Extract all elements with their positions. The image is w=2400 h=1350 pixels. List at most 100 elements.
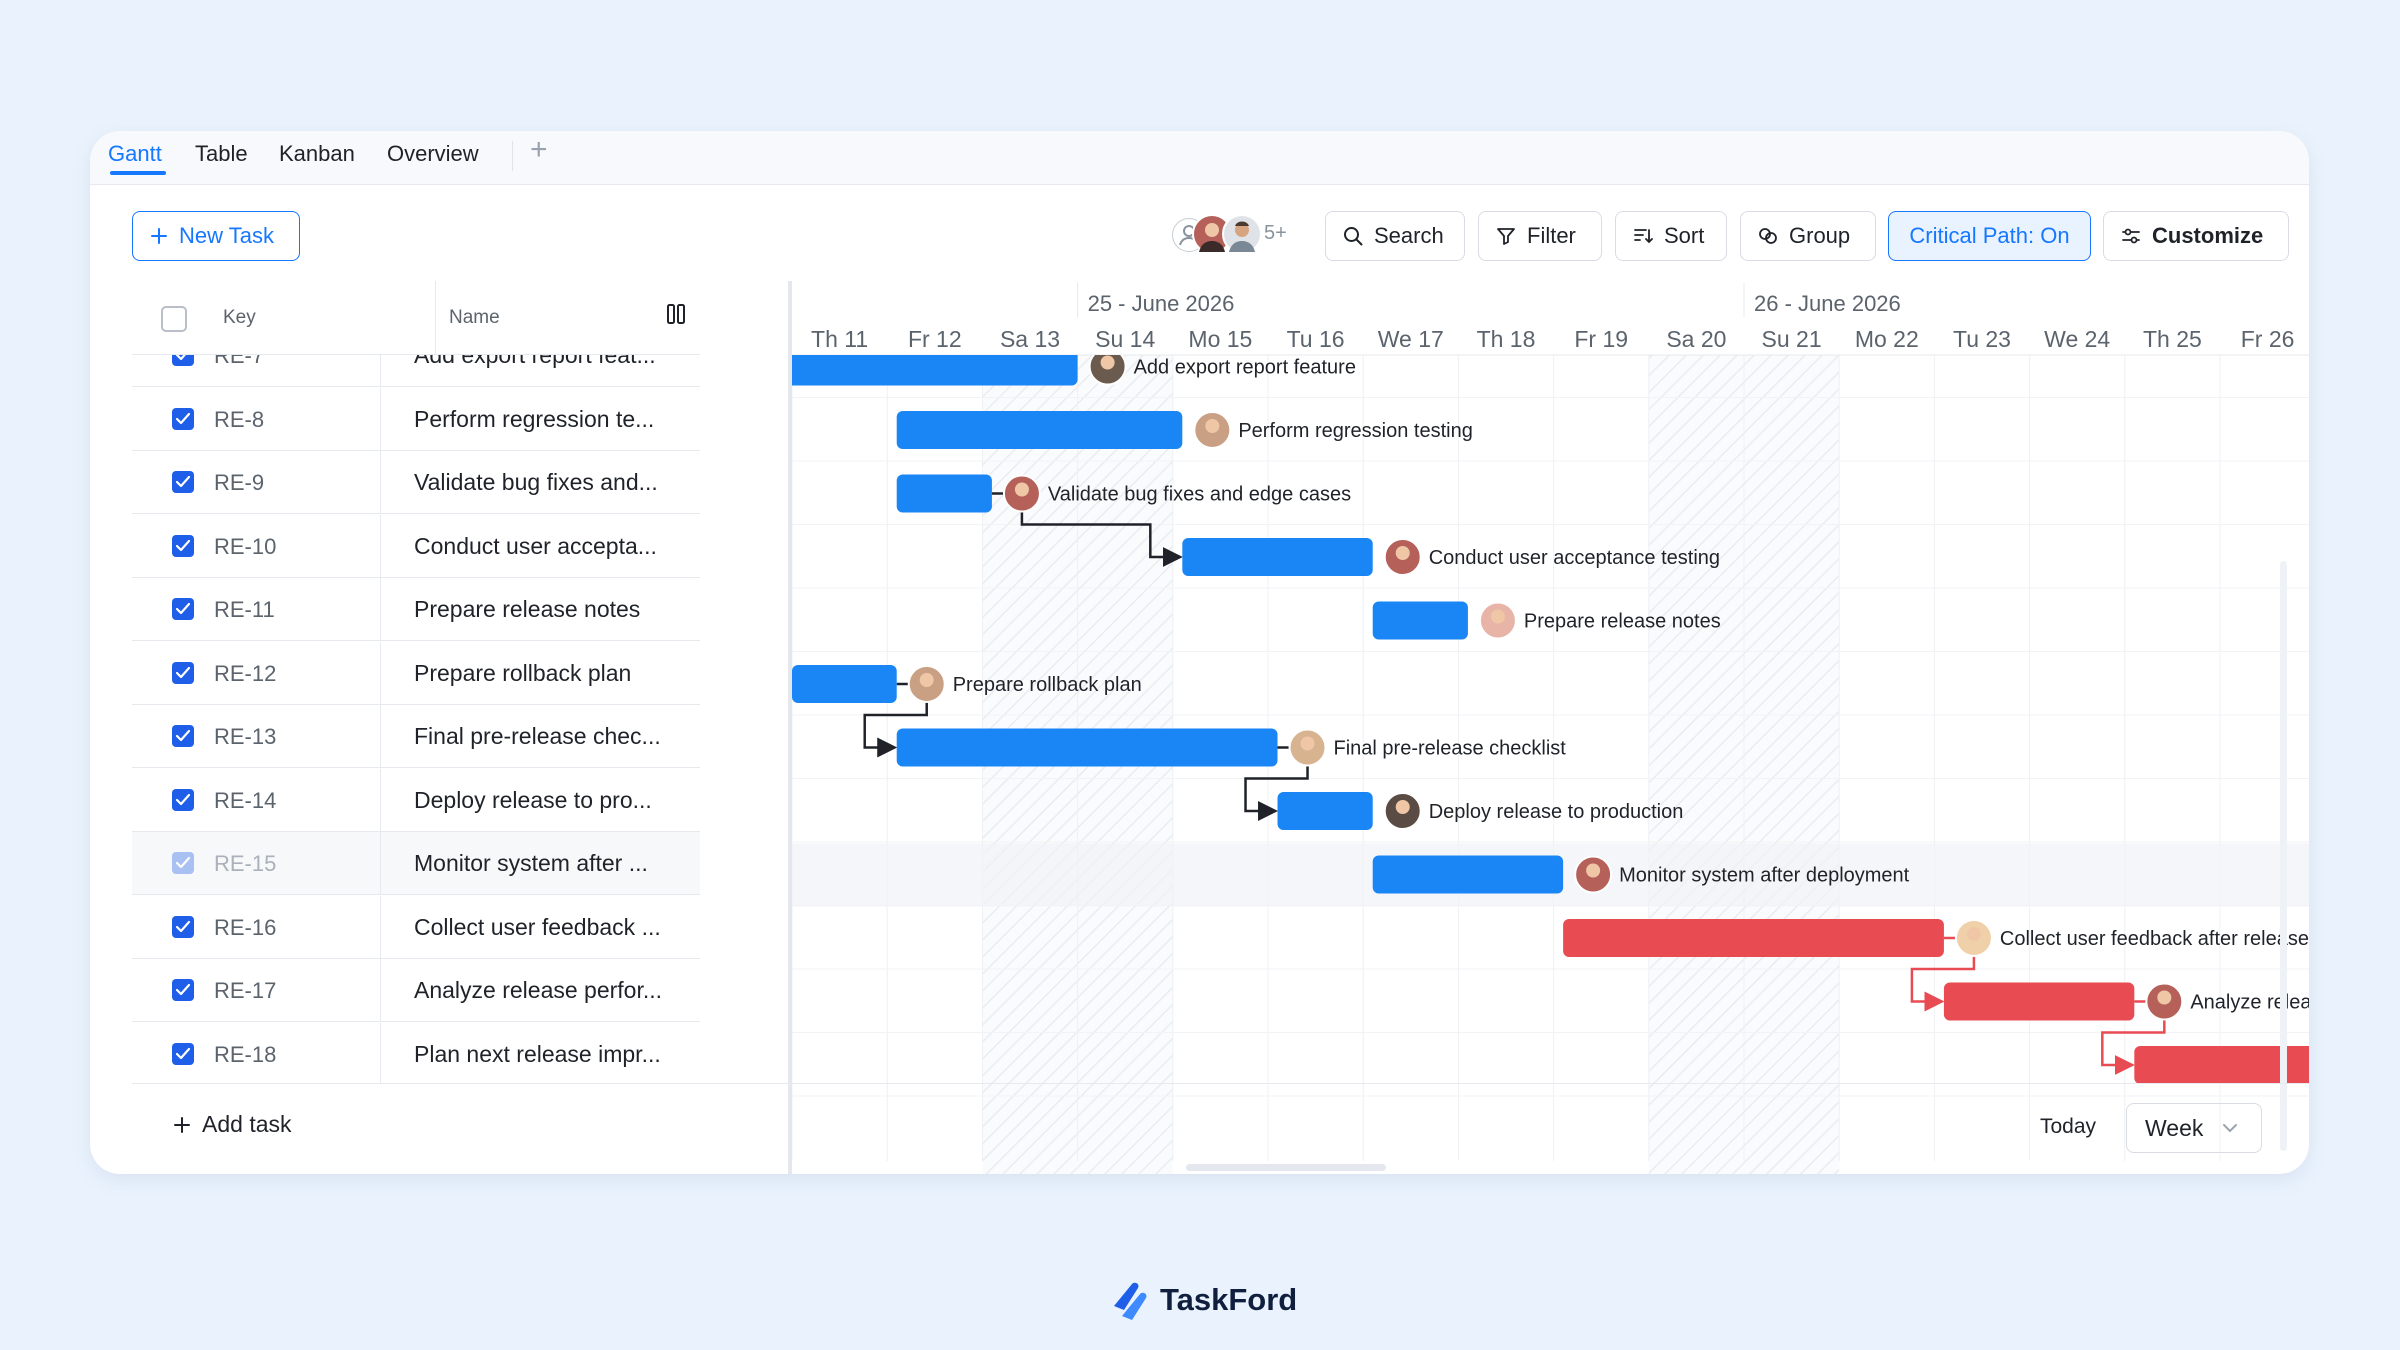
row-name[interactable]: Perform regression te... [414,406,654,433]
cell-divider [380,641,381,705]
avatar-face [1490,609,1505,624]
row-checkbox[interactable] [172,598,194,620]
row-checkbox[interactable] [172,915,194,938]
row-key[interactable]: RE-7 [214,355,264,369]
row-key[interactable]: RE-8 [214,407,264,433]
task-bar-label: Collect user feedback after release [2000,928,2309,950]
table-row[interactable]: RE-13 Final pre-release chec... [132,705,700,768]
gantt-chart: 25 - June 2026 26 - June 2026 Th 11 Fr 12 Sa… [792,283,2309,1174]
columns-icon[interactable] [666,303,686,330]
add-view-icon[interactable]: + [530,135,548,165]
view-scale-value: Week [2145,1114,2204,1141]
row-checkbox[interactable] [172,661,194,684]
table-row[interactable]: RE-10 Conduct user accepta... [132,514,700,578]
task-bar [896,474,992,513]
row-key[interactable]: RE-18 [214,1042,276,1068]
row-checkbox[interactable] [172,852,194,874]
select-all-checkbox[interactable] [161,306,187,332]
gantt-timeline[interactable]: 25 - June 2026 26 - June 2026 Th 11 Fr 12 Sa… [792,281,2309,1174]
vertical-scrollbar[interactable] [2280,561,2287,1151]
add-task-button[interactable]: Add task [172,1111,292,1138]
chevron-down-icon [2223,1124,2238,1133]
member-avatars[interactable]: 5+ [1172,214,1312,258]
row-key[interactable]: RE-9 [214,470,264,496]
table-row[interactable]: RE-16 Collect user feedback ... [132,895,700,959]
row-key[interactable]: RE-13 [214,724,276,750]
view-scale-select[interactable]: Week [2126,1103,2262,1153]
row-name[interactable]: Conduct user accepta... [414,533,657,560]
cell-divider [380,705,381,768]
row-checkbox[interactable] [172,471,194,493]
task-bar [896,728,1278,767]
cell-divider [380,768,381,832]
customize-button[interactable]: Customize [2103,211,2289,261]
day-label: Fr 19 [1574,326,1628,352]
table-row[interactable]: RE-18 Plan next release impr... [132,1022,700,1084]
filter-icon [1497,228,1515,245]
table-row[interactable]: RE-12 Prepare rollback plan [132,641,700,705]
row-name[interactable]: Analyze release perfor... [414,977,662,1004]
avatar-face [1586,863,1601,878]
row-key[interactable]: RE-11 [214,597,275,623]
row-name[interactable]: Plan next release impr... [414,1041,661,1068]
row-key[interactable]: RE-12 [214,661,276,687]
critical-path-label: Critical Path: On [1909,223,2070,248]
tab-divider [512,141,513,171]
row-name[interactable]: Prepare rollback plan [414,660,631,687]
row-checkbox[interactable] [172,725,194,747]
row-checkbox[interactable] [172,407,194,430]
search-button[interactable]: Search [1325,211,1465,261]
row-checkbox[interactable] [172,355,194,366]
row-name[interactable]: Final pre-release chec... [414,723,661,750]
table-row[interactable]: RE-15 Monitor system after ... [132,832,700,895]
column-divider[interactable] [435,281,436,355]
row-key[interactable]: RE-14 [214,788,276,814]
row-checkbox[interactable] [172,534,194,557]
avatar-face [1395,800,1410,814]
cell-divider [380,578,381,641]
row-key[interactable]: RE-16 [214,915,276,941]
row-name[interactable]: Deploy release to pro... [414,787,652,814]
tab-kanban[interactable]: Kanban [279,141,355,167]
table-row[interactable]: RE-8 Perform regression te... [132,387,700,451]
day-label: Mo 22 [1855,326,1919,352]
column-header-key[interactable]: Key [223,307,256,329]
row-checkbox[interactable] [172,788,194,811]
row-name[interactable]: Validate bug fixes and... [414,469,658,496]
customize-label: Customize [2152,223,2264,248]
critical-path-toggle[interactable]: Critical Path: On [1888,211,2091,261]
table-row[interactable]: RE-7 Add export report feat... [132,355,700,387]
row-checkbox[interactable] [172,979,194,1001]
filter-button[interactable]: Filter [1478,211,1602,261]
task-bar [1277,792,1373,830]
tab-overview[interactable]: Overview [387,141,479,167]
task-bar-label: Prepare rollback plan [953,674,1142,696]
group-button[interactable]: Group [1740,211,1876,261]
tab-gantt[interactable]: Gantt [108,141,162,167]
sort-button[interactable]: Sort [1615,211,1727,261]
table-row[interactable]: RE-9 Validate bug fixes and... [132,451,700,514]
day-label: Su 14 [1095,326,1155,352]
cell-divider [380,451,381,514]
new-task-button[interactable]: New Task [132,211,300,261]
row-name[interactable]: Prepare release notes [414,596,640,623]
row-key[interactable]: RE-15 [214,851,276,877]
table-row[interactable]: RE-14 Deploy release to pro... [132,768,700,832]
row-name[interactable]: Add export report feat... [414,355,656,369]
table-row[interactable]: RE-17 Analyze release perfor... [132,959,700,1022]
row-key[interactable]: RE-10 [214,534,276,560]
table-row[interactable]: RE-11 Prepare release notes [132,578,700,641]
day-label: Tu 23 [1953,326,2011,352]
row-name[interactable]: Monitor system after ... [414,850,648,877]
day-label: Sa 13 [1000,326,1060,352]
day-label: Mo 15 [1188,326,1252,352]
row-key[interactable]: RE-17 [214,978,276,1004]
today-button[interactable]: Today [2040,1115,2096,1139]
column-header-name[interactable]: Name [449,307,500,329]
row-checkbox[interactable] [172,1042,194,1065]
avatar-face [1205,419,1220,433]
task-bar-label: Add export report feature [1134,357,1356,379]
row-name[interactable]: Collect user feedback ... [414,914,661,941]
horizontal-scrollbar[interactable] [1186,1164,1386,1171]
tab-table[interactable]: Table [195,141,248,167]
